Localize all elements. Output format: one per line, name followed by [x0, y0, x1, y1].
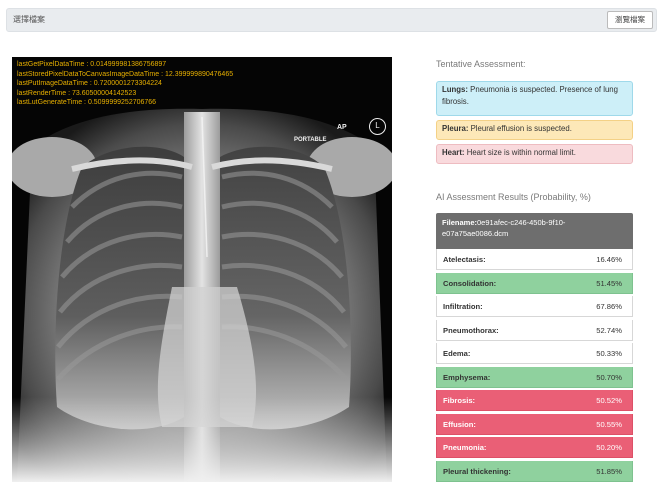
result-label: Consolidation:	[443, 278, 497, 288]
assessment-text: Heart size is within normal limit.	[466, 148, 576, 157]
pleura-assessment: Pleura: Pleural effusion is suspected.	[436, 120, 633, 140]
organ-label: Lungs:	[442, 85, 468, 94]
result-row: Effusion: 50.55%	[436, 413, 633, 435]
result-row: Emphysema: 50.70%	[436, 366, 633, 388]
file-picker[interactable]: 選擇檔案 瀏覽檔案	[6, 8, 657, 32]
perf-line: lastStoredPixelDataToCanvasImageDataTime…	[17, 70, 234, 78]
result-label: Atelectasis:	[443, 255, 486, 264]
result-row: Fibrosis: 50.52%	[436, 390, 633, 411]
result-value: 51.85%	[596, 466, 622, 476]
result-value: 50.70%	[596, 372, 622, 382]
side-marker-icon[interactable]: L	[369, 118, 386, 135]
browse-button[interactable]: 瀏覽檔案	[607, 11, 653, 29]
heart-assessment: Heart: Heart size is within normal limit…	[436, 144, 633, 164]
assessment-text: Pleural effusion is suspected.	[470, 124, 572, 133]
result-value: 51.45%	[596, 278, 622, 288]
perf-line: lastRenderTime : 73.60500004142523	[17, 89, 137, 97]
result-row: Edema: 50.33%	[436, 343, 633, 364]
view-position-label: AP	[337, 124, 347, 131]
result-row: Pneumothorax: 52.74%	[436, 319, 633, 341]
result-label: Effusion:	[443, 419, 476, 429]
result-label: Pneumothorax:	[443, 325, 499, 335]
result-label: Fibrosis:	[443, 396, 476, 405]
perf-line: lastGetPixelDataTime : 0.014999981386756…	[17, 61, 167, 68]
filename-row: Filename:0e91afec-c246-450b-9f10-e07a75a…	[436, 213, 633, 249]
result-value: 16.46%	[596, 255, 622, 264]
result-label: Pleural thickening:	[443, 466, 511, 476]
result-row: Pleural thickening: 51.85%	[436, 460, 633, 482]
assessment-text: Pneumonia is suspected. Presence of lung…	[442, 85, 618, 106]
filename-label: Filename:	[442, 218, 478, 227]
dicom-viewer[interactable]: lastGetPixelDataTime : 0.014999981386756…	[12, 57, 392, 482]
result-value: 50.33%	[596, 349, 622, 358]
perf-line: lastPutImageDataTime : 0.720000127330422…	[17, 80, 162, 88]
lungs-assessment: Lungs: Pneumonia is suspected. Presence …	[436, 81, 633, 116]
result-label: Pneumonia:	[443, 443, 487, 452]
result-value: 67.86%	[596, 302, 622, 311]
ai-results-title: AI Assessment Results (Probability, %)	[436, 192, 591, 202]
result-row: Pneumonia: 50.20%	[436, 437, 633, 458]
perf-line: lastLutGenerateTime : 0.5099999252706766	[17, 99, 157, 107]
result-row: Atelectasis: 16.46%	[436, 249, 633, 270]
performance-overlay: lastGetPixelDataTime : 0.014999981386756…	[17, 60, 233, 108]
result-label: Emphysema:	[443, 372, 491, 382]
portable-label: PORTABLE	[294, 137, 327, 143]
organ-label: Pleura:	[442, 124, 469, 133]
result-value: 50.52%	[596, 396, 622, 405]
result-label: Infiltration:	[443, 302, 483, 311]
result-value: 50.20%	[596, 443, 622, 452]
organ-label: Heart:	[442, 148, 465, 157]
tentative-assessment-title: Tentative Assessment:	[436, 59, 526, 69]
file-input-placeholder: 選擇檔案	[13, 15, 45, 24]
result-value: 52.74%	[596, 325, 622, 335]
result-value: 50.55%	[596, 419, 622, 429]
result-row: Consolidation: 51.45%	[436, 272, 633, 294]
result-row: Infiltration: 67.86%	[436, 296, 633, 317]
xray-image	[12, 57, 392, 482]
result-label: Edema:	[443, 349, 471, 358]
